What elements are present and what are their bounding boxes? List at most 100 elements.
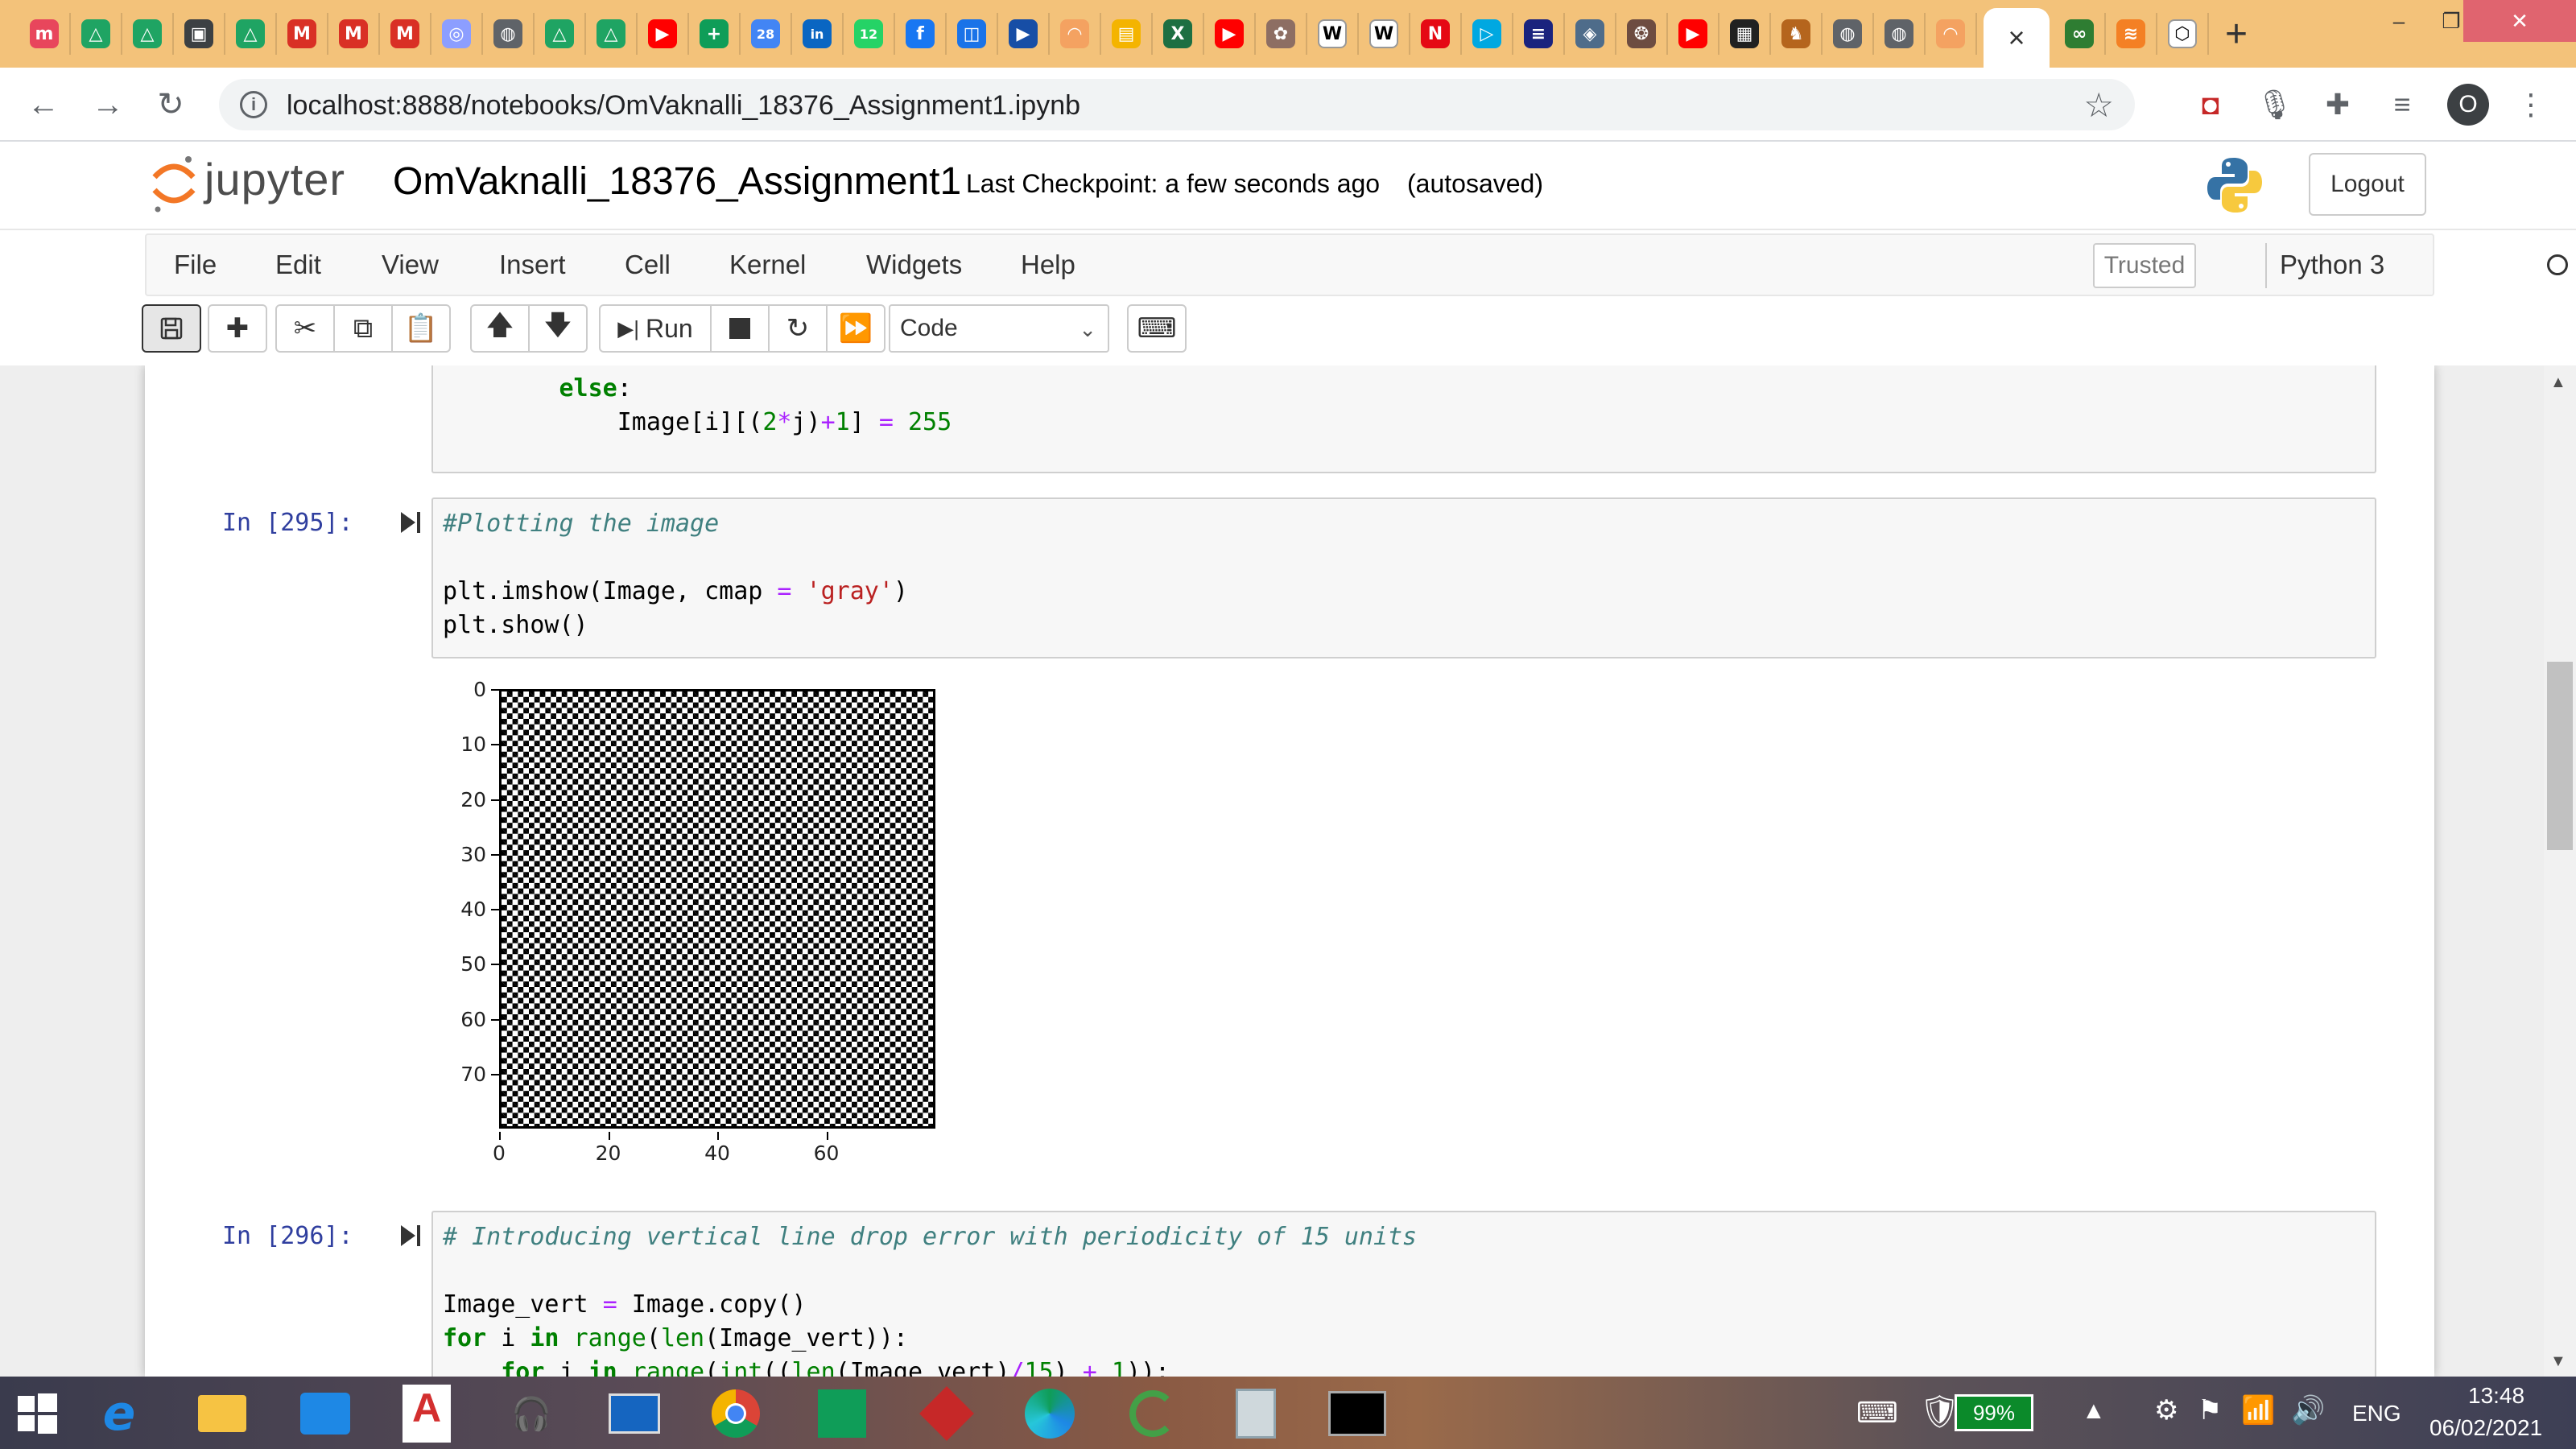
pocket-extension-icon[interactable]: ◘: [2190, 84, 2231, 126]
browser-tab[interactable]: ◍: [483, 13, 535, 55]
network-icon[interactable]: ⚙: [2154, 1394, 2178, 1426]
back-arrow-icon[interactable]: ←: [24, 85, 63, 124]
menu-widgets[interactable]: Widgets: [866, 250, 962, 280]
active-tab[interactable]: ×: [1984, 8, 2050, 68]
browser-tab[interactable]: ⬡: [2157, 13, 2209, 55]
browser-tab[interactable]: ∞: [2054, 13, 2106, 55]
browser-tab[interactable]: ▶: [1204, 13, 1256, 55]
browser-tab[interactable]: W: [1307, 13, 1359, 55]
browser-tab[interactable]: ▶: [638, 13, 689, 55]
code-cell-input[interactable]: # Introducing vertical line drop error w…: [431, 1211, 2376, 1377]
edge-icon[interactable]: [1021, 1385, 1079, 1443]
run-cell-icon[interactable]: [399, 1224, 422, 1248]
bookmark-star-icon[interactable]: ☆: [2083, 85, 2114, 125]
menu-insert[interactable]: Insert: [499, 250, 566, 280]
browser-tab[interactable]: M: [380, 13, 431, 55]
3d-viewer-icon[interactable]: [918, 1385, 976, 1443]
paste-button[interactable]: 📋: [391, 304, 451, 353]
move-down-button[interactable]: 🡇: [528, 304, 588, 353]
browser-tab[interactable]: ◍: [1823, 13, 1874, 55]
adobe-reader-icon[interactable]: A: [398, 1385, 456, 1443]
browser-tab[interactable]: ◎: [431, 13, 483, 55]
restart-kernel-button[interactable]: ↻: [768, 304, 828, 353]
insert-cell-button[interactable]: ✚: [208, 304, 267, 353]
jupyter-logo-text[interactable]: jupyter: [204, 153, 345, 205]
volume-icon[interactable]: 🔊: [2291, 1394, 2325, 1426]
scrollbar-thumb[interactable]: [2547, 662, 2573, 850]
browser-tab[interactable]: ◈: [1565, 13, 1616, 55]
profile-avatar[interactable]: O: [2447, 84, 2489, 126]
show-hidden-icons-icon[interactable]: ▲: [2082, 1397, 2106, 1425]
internet-explorer-icon[interactable]: e: [90, 1385, 148, 1443]
trusted-indicator[interactable]: Trusted: [2093, 243, 2196, 288]
restart-run-all-button[interactable]: ⏩: [826, 304, 886, 353]
browser-tab[interactable]: ◍: [1874, 13, 1926, 55]
file-explorer-icon[interactable]: [193, 1385, 251, 1443]
browser-tab[interactable]: ▦: [1719, 13, 1771, 55]
browser-tab[interactable]: △: [586, 13, 638, 55]
close-window-button[interactable]: ✕: [2463, 0, 2576, 42]
wifi-signal-icon[interactable]: 📶: [2241, 1394, 2275, 1426]
browser-tab[interactable]: +: [689, 13, 741, 55]
headphones-icon[interactable]: 🎧: [502, 1385, 560, 1443]
browser-tab[interactable]: ❂: [1616, 13, 1668, 55]
browser-tab[interactable]: m: [19, 13, 71, 55]
browser-tab[interactable]: ≋: [2106, 13, 2157, 55]
menu-view[interactable]: View: [382, 250, 439, 280]
browser-tab[interactable]: N: [1410, 13, 1462, 55]
menu-help[interactable]: Help: [1021, 250, 1075, 280]
cell-type-select[interactable]: Code ⌄: [889, 304, 1109, 353]
browser-tab[interactable]: X: [1153, 13, 1204, 55]
menu-file[interactable]: File: [174, 250, 217, 280]
browser-tab[interactable]: 12: [844, 13, 895, 55]
reload-icon[interactable]: ↻: [151, 85, 190, 124]
media-control-icon[interactable]: ≡: [2381, 84, 2423, 126]
browser-tab[interactable]: 28: [741, 13, 792, 55]
browser-tab[interactable]: f: [895, 13, 947, 55]
extensions-puzzle-icon[interactable]: ✚: [2317, 84, 2359, 126]
new-tab-button[interactable]: +: [2214, 11, 2259, 56]
browser-tab[interactable]: △: [225, 13, 277, 55]
browser-tab[interactable]: ≡: [1513, 13, 1565, 55]
lenovo-icon[interactable]: [605, 1385, 663, 1443]
clock-date[interactable]: 06/02/2021: [2429, 1415, 2542, 1441]
browser-tab[interactable]: ▶: [998, 13, 1050, 55]
touch-keyboard-icon[interactable]: ⌨: [1856, 1396, 1898, 1430]
code-cell-input[interactable]: #Plotting the image plt.imshow(Image, cm…: [431, 497, 2376, 658]
vertical-scrollbar[interactable]: ▲ ▼: [2544, 365, 2576, 1377]
chrome-icon[interactable]: [707, 1385, 765, 1443]
clock-time[interactable]: 13:48: [2468, 1383, 2524, 1409]
browser-tab[interactable]: ✿: [1256, 13, 1307, 55]
microphone-icon[interactable]: 🎙: [2254, 84, 2296, 126]
browser-tab[interactable]: △: [535, 13, 586, 55]
kernel-name[interactable]: Python 3: [2280, 250, 2384, 280]
browser-tab[interactable]: ♞: [1771, 13, 1823, 55]
browser-tab[interactable]: △: [71, 13, 122, 55]
save-button[interactable]: [142, 304, 201, 353]
battery-indicator[interactable]: 99%: [1955, 1394, 2033, 1431]
close-tab-icon[interactable]: ×: [2008, 21, 2025, 55]
code-cell-input[interactable]: else: Image[i][(2*j)+1] = 255: [431, 365, 2376, 473]
store-icon[interactable]: [813, 1385, 871, 1443]
browser-tab[interactable]: ▷: [1462, 13, 1513, 55]
site-info-icon[interactable]: i: [240, 91, 267, 118]
run-cell-icon[interactable]: [399, 510, 422, 535]
interrupt-kernel-button[interactable]: [710, 304, 770, 353]
browser-tab[interactable]: ◠: [1926, 13, 1977, 55]
menu-edit[interactable]: Edit: [275, 250, 321, 280]
menu-cell[interactable]: Cell: [625, 250, 671, 280]
logout-button[interactable]: Logout: [2309, 153, 2426, 216]
browser-tab[interactable]: W: [1359, 13, 1410, 55]
address-bar[interactable]: i localhost:8888/notebooks/OmVaknalli_18…: [219, 79, 2135, 130]
move-up-button[interactable]: 🡅: [470, 304, 530, 353]
run-button[interactable]: ▶| Run: [599, 304, 712, 353]
browser-tab[interactable]: in: [792, 13, 844, 55]
mail-icon[interactable]: [296, 1385, 354, 1443]
browser-tab[interactable]: ◠: [1050, 13, 1101, 55]
browser-tab[interactable]: △: [122, 13, 174, 55]
menu-kernel[interactable]: Kernel: [729, 250, 806, 280]
browser-tab[interactable]: M: [328, 13, 380, 55]
flag-icon[interactable]: ⚑: [2198, 1394, 2222, 1426]
calculator-icon[interactable]: [1227, 1385, 1285, 1443]
scroll-down-icon[interactable]: ▼: [2550, 1352, 2566, 1371]
